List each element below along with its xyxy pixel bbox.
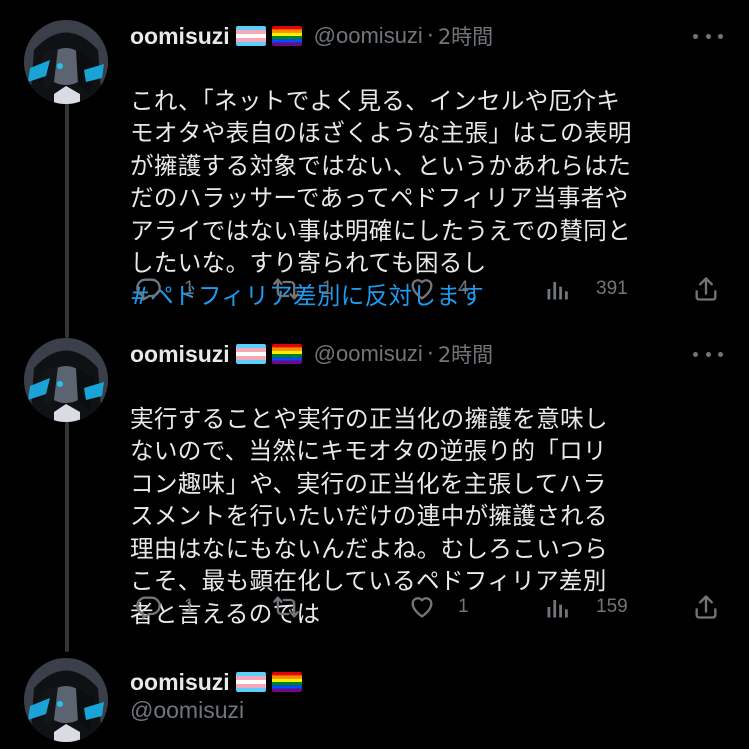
transgender-flag-icon <box>235 672 266 692</box>
heart-icon <box>408 275 436 303</box>
share-button[interactable] <box>692 592 720 622</box>
thread-line <box>65 416 69 652</box>
like-count: 4 <box>458 278 469 299</box>
reply-button[interactable]: 1 <box>134 592 195 622</box>
display-name[interactable]: oomisuzi <box>130 341 230 368</box>
retweet-icon <box>272 275 300 303</box>
reply-icon <box>134 275 162 303</box>
tweet-text: 実行することや実行の正当化の擁護を意味し ないので、当然にキモオタの逆張り的「ロ… <box>130 370 730 630</box>
like-count: 1 <box>458 596 469 617</box>
reply-count: 1 <box>184 596 195 617</box>
reply-count: 1 <box>184 278 195 299</box>
heart-icon <box>408 593 436 621</box>
retweet-button[interactable] <box>272 592 322 622</box>
profile-header: oomisuzi <box>130 666 302 698</box>
rainbow-flag-icon <box>271 26 302 46</box>
transgender-flag-icon <box>235 26 266 46</box>
views-count: 159 <box>596 596 628 617</box>
user-handle[interactable]: @oomisuzi <box>314 341 423 367</box>
retweet-icon <box>272 593 300 621</box>
avatar[interactable] <box>24 20 108 104</box>
timestamp[interactable]: 2時間 <box>438 339 493 369</box>
tweet-actions: 1 1 159 <box>130 592 730 622</box>
timestamp[interactable]: 2時間 <box>438 21 493 51</box>
reply-button[interactable]: 1 <box>134 274 195 304</box>
transgender-flag-icon <box>235 344 266 364</box>
avatar[interactable] <box>24 658 108 742</box>
user-handle[interactable]: @oomisuzi <box>314 23 423 49</box>
like-button[interactable]: 4 <box>408 274 469 304</box>
share-icon <box>692 275 720 303</box>
tweet-header: oomisuzi @oomisuzi · 2時間 <box>130 20 493 52</box>
tweet-body: これ、「ネットでよく見る、インセルや厄介キ モオタや表自のほざくような主張」はこ… <box>130 86 632 278</box>
separator-dot: · <box>426 23 434 49</box>
reply-icon <box>134 593 162 621</box>
tweet-actions: 1 1 4 391 <box>130 274 730 304</box>
avatar[interactable] <box>24 338 108 422</box>
user-handle[interactable]: @oomisuzi <box>130 697 244 724</box>
separator-dot: · <box>426 341 434 367</box>
retweet-count: 1 <box>322 278 333 299</box>
thread-line <box>65 98 69 338</box>
tweet-header: oomisuzi @oomisuzi · 2時間 <box>130 338 493 370</box>
views-button[interactable]: 391 <box>544 274 628 304</box>
views-chart-icon <box>544 593 572 621</box>
share-icon <box>692 593 720 621</box>
rainbow-flag-icon <box>271 672 302 692</box>
views-chart-icon <box>544 275 572 303</box>
more-icon[interactable] <box>693 344 723 364</box>
views-button[interactable]: 159 <box>544 592 628 622</box>
rainbow-flag-icon <box>271 344 302 364</box>
views-count: 391 <box>596 278 628 299</box>
display-name[interactable]: oomisuzi <box>130 669 230 696</box>
like-button[interactable]: 1 <box>408 592 469 622</box>
display-name[interactable]: oomisuzi <box>130 23 230 50</box>
retweet-button[interactable]: 1 <box>272 274 333 304</box>
share-button[interactable] <box>692 274 720 304</box>
more-icon[interactable] <box>693 26 723 46</box>
